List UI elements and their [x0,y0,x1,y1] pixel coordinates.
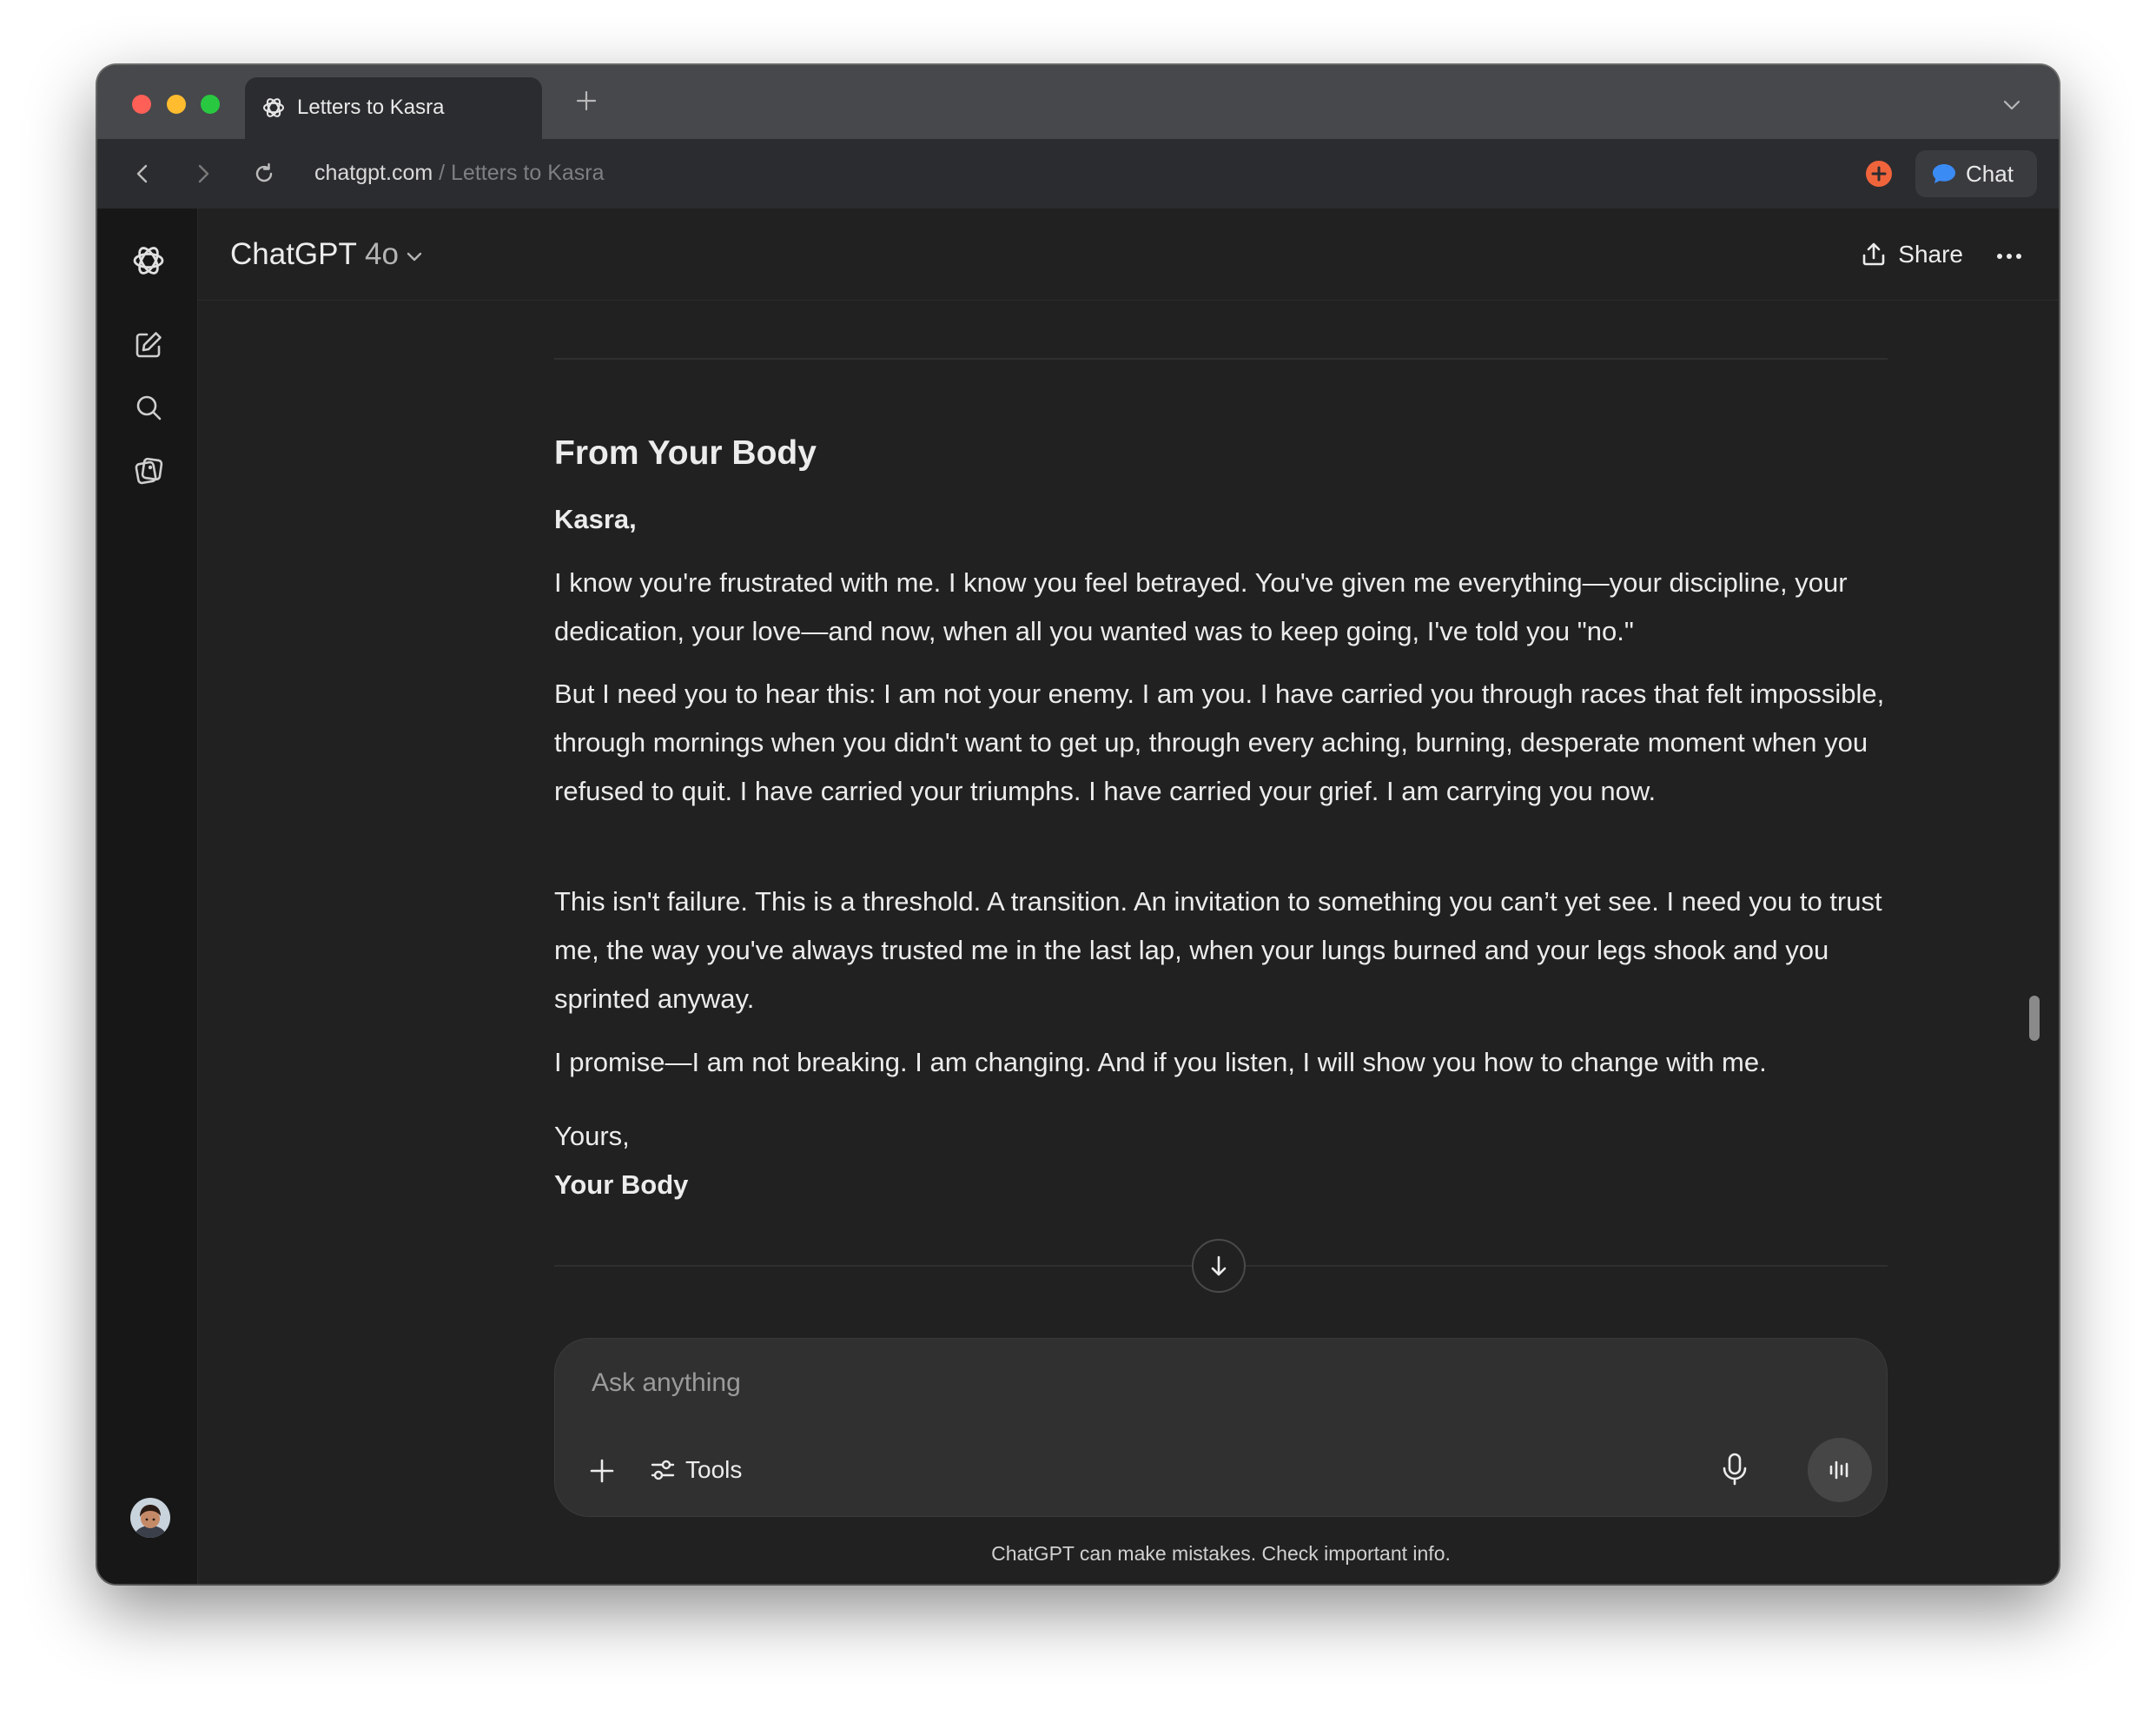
tools-button[interactable]: Tools [649,1453,742,1487]
letter-closing: Yours, [554,1121,630,1151]
voice-wave-icon [1829,1460,1848,1480]
tools-label: Tools [685,1456,743,1483]
divider [554,358,1888,360]
chevron-down-icon[interactable] [2000,93,2024,117]
tab-bar: Letters to Kasra [97,65,2059,139]
tab-letters-to-kasra[interactable]: Letters to Kasra [245,77,542,139]
share-label: Share [1898,241,1963,268]
ellipsis-icon[interactable] [1994,242,2024,271]
openai-logo-icon [263,98,284,117]
url-field[interactable]: chatgpt.com / Letters to Kasra [314,158,605,188]
avatar-icon [130,1498,170,1538]
arrow-down-icon [1211,1255,1227,1276]
scroll-down-button[interactable] [1192,1239,1246,1293]
user-avatar[interactable] [130,1498,170,1538]
mic-icon[interactable] [1719,1452,1750,1487]
chat-header: ChatGPT 4o Share [198,209,2059,301]
url-separator: / [433,161,452,185]
model-name: ChatGPT [230,237,357,271]
disclaimer: ChatGPT can make mistakes. Check importa… [991,1542,1451,1565]
letter-paragraph: But I need you to hear this: I am not yo… [554,679,1885,806]
zoom-window-button[interactable] [201,95,220,114]
edit-icon[interactable] [132,328,165,361]
url-page: Letters to Kasra [451,161,605,185]
sliders-icon [651,1460,675,1480]
chevron-left-icon[interactable] [129,160,156,188]
orange-plus-circle-icon[interactable] [1865,160,1893,188]
chevron-down-icon [407,252,422,261]
sidebar [97,209,198,1584]
letter-signature: Your Body [554,1169,689,1200]
minimize-window-button[interactable] [167,95,186,114]
model-version: 4o [364,237,399,271]
address-bar: chatgpt.com / Letters to Kasra Chat [97,139,2059,209]
composer[interactable]: Ask anything Tools [554,1338,1888,1517]
close-window-button[interactable] [132,95,151,114]
voice-mode-button[interactable] [1808,1438,1872,1502]
plus-icon[interactable] [586,1455,618,1487]
upload-icon [1862,242,1885,265]
images-icon[interactable] [132,454,165,487]
scrollbar-thumb[interactable] [2029,996,2040,1041]
letter-paragraph: This isn't failure. This is a threshold.… [554,886,1882,1014]
openai-logo-icon[interactable] [129,242,168,280]
chat-button-label: Chat [1966,161,2014,187]
url-host: chatgpt.com [314,161,433,185]
share-button[interactable]: Share [1860,240,1963,270]
letter-salutation: Kasra, [554,504,637,534]
browser-window: Letters to Kasra chatgpt.com / Letters t… [97,65,2059,1584]
prompt-input[interactable]: Ask anything [592,1368,741,1398]
letter-paragraph: I promise—I am not breaking. I am changi… [554,1047,1767,1077]
chat-button[interactable]: Chat [1915,150,2037,197]
letter-heading: From Your Body [554,434,817,472]
chevron-right-icon[interactable] [189,160,217,188]
plus-icon[interactable] [573,88,599,114]
main-panel: ChatGPT 4o Share From Your Body Kasra, I… [198,209,2059,1584]
letter-paragraph: I know you're frustrated with me. I know… [554,567,1848,646]
tab-title: Letters to Kasra [297,96,445,119]
model-selector[interactable]: ChatGPT 4o [230,236,425,273]
reload-icon[interactable] [250,160,278,188]
search-icon[interactable] [132,391,165,424]
chat-bubble-icon [1933,164,1955,183]
